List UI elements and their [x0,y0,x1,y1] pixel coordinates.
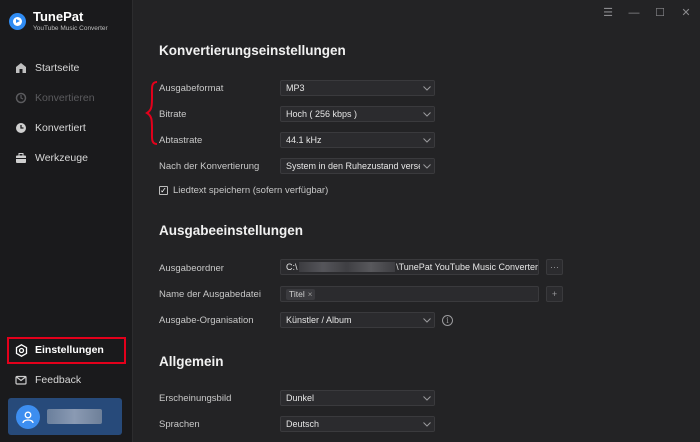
sidebar-item-label: Konvertieren [35,92,95,104]
folder-path-redacted [298,262,396,272]
sidebar-item-konvertieren[interactable]: Konvertieren [10,86,125,110]
output-filename-field[interactable]: Titel × [280,286,539,302]
section-title-general: Allgemein [159,354,224,369]
sidebar-item-label: Konvertiert [35,122,86,134]
mail-icon [14,373,28,387]
sidebar-item-label: Werkzeuge [35,152,88,164]
chevron-down-icon [420,391,434,405]
sidebar-item-label: Startseite [35,62,80,74]
lyrics-checkbox-row[interactable]: ✓ Liedtext speichern (sofern verfügbar) [159,185,328,196]
browse-folder-button[interactable]: ··· [546,259,563,275]
output-format-label: Ausgabeformat [159,83,224,94]
brace-annotation [145,81,158,145]
sidebar-item-startseite[interactable]: Startseite [10,56,125,80]
add-tag-button[interactable]: + [546,286,563,302]
home-icon [14,61,28,75]
chevron-down-icon [420,81,434,95]
after-conversion-select[interactable]: System in den Ruhezustand versetzen [280,158,435,174]
sidebar-item-label: Feedback [35,374,82,386]
chevron-down-icon [420,159,434,173]
chevron-down-icon [420,133,434,147]
language-label: Sprachen [159,419,200,430]
output-folder-field[interactable]: C:\ \TunePat YouTube Music Converter [280,259,539,275]
lyrics-checkbox[interactable]: ✓ [159,186,168,195]
output-format-select[interactable]: MP3 [280,80,435,96]
sidebar-item-werkzeuge[interactable]: Werkzeuge [10,146,125,170]
output-organize-select[interactable]: Künstler / Album [280,312,435,328]
highlight-annotation [7,337,126,364]
bitrate-select[interactable]: Hoch ( 256 kbps ) [280,106,435,122]
settings-panel: Konvertierungseinstellungen Ausgabeforma… [133,0,700,442]
chevron-down-icon [420,107,434,121]
appearance-select[interactable]: Dunkel [280,390,435,406]
output-folder-label: Ausgabeordner [159,263,224,274]
info-icon[interactable]: i [442,315,453,326]
appearance-label: Erscheinungsbild [159,393,232,404]
lyrics-label: Liedtext speichern (sofern verfügbar) [173,185,329,196]
samplerate-label: Abtastrate [159,135,203,146]
convert-icon [14,91,28,105]
section-title-conversion: Konvertierungseinstellungen [159,43,346,58]
output-organize-label: Ausgabe-Organisation [159,315,254,326]
sidebar: TunePat YouTube Music Converter Startsei… [0,0,133,442]
samplerate-select[interactable]: 44.1 kHz [280,132,435,148]
user-account-card[interactable] [8,398,122,435]
bitrate-label: Bitrate [159,109,187,120]
output-filename-label: Name der Ausgabedatei [159,289,261,300]
app-name: TunePat [33,9,84,24]
tunepat-logo-icon [9,13,26,30]
section-title-output: Ausgabeeinstellungen [159,223,304,238]
filename-tag-title: Titel × [286,288,316,300]
chevron-down-icon [420,313,434,327]
language-select[interactable]: Deutsch [280,416,435,432]
sidebar-item-feedback[interactable]: Feedback [10,368,125,392]
after-conversion-label: Nach der Konvertierung [159,161,260,172]
sidebar-item-konvertiert[interactable]: Konvertiert [10,116,125,140]
toolbox-icon [14,151,28,165]
clock-icon [14,121,28,135]
user-name-redacted [47,409,102,424]
user-icon [16,404,40,429]
brand: TunePat YouTube Music Converter [9,10,108,33]
chevron-down-icon [420,417,434,431]
remove-tag-icon[interactable]: × [308,290,313,299]
app-subtitle: YouTube Music Converter [33,25,108,32]
